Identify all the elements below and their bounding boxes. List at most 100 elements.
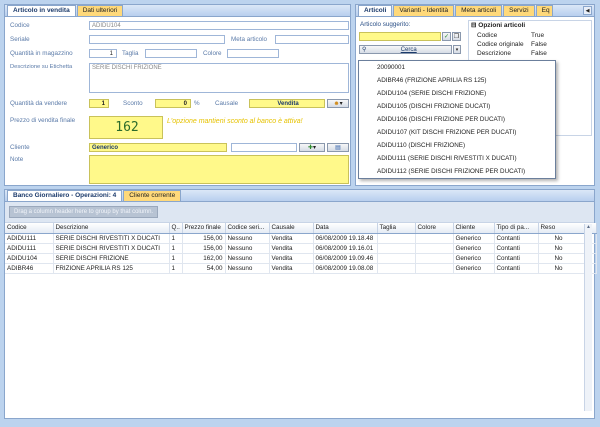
column-header[interactable]: Cliente (453, 223, 495, 234)
descrizione-label: Descrizione su Etichetta (10, 64, 73, 70)
customer-search-button[interactable]: ▤ (327, 143, 349, 152)
option-row[interactable]: Codice originale False (469, 40, 591, 49)
tab-servizi[interactable]: Servizi (503, 5, 535, 16)
cell: ADIDU104 (5, 253, 54, 264)
group-by-area[interactable]: Drag a column header here to group by th… (5, 202, 594, 223)
options-header[interactable]: ⊟ Opzioni articoli (469, 21, 591, 31)
daily-register-panel: Banco Giornaliero - Operazioni: 4 Client… (4, 189, 597, 419)
suggestion-item[interactable]: ADIDU105 (DISCHI FRIZIONE DUCATI) (359, 100, 555, 113)
group-by-hint: Drag a column header here to group by th… (9, 206, 159, 218)
left-tabstrip: Articolo in vendita Dati ulteriori (5, 5, 350, 17)
cell: 06/08/2009 19.09.46 (313, 253, 378, 264)
add-customer-button[interactable]: ✚▾ (299, 143, 325, 152)
note-field[interactable] (89, 155, 349, 184)
cell: Nessuno (225, 233, 270, 244)
suggestion-item[interactable]: ADIDU106 (DISCHI FRIZIONE PER DUCATI) (359, 113, 555, 126)
column-header[interactable]: Causale (269, 223, 314, 234)
tab-eq[interactable]: Eq (535, 5, 553, 16)
taglia-label: Taglia (122, 50, 139, 57)
cell: Nessuno (225, 243, 270, 254)
colore-field[interactable] (227, 49, 279, 58)
vertical-scrollbar[interactable]: ▲ (584, 224, 592, 411)
suggestion-item[interactable]: ADIDU104 (SERIE DISCHI FRIZIONE) (359, 87, 555, 100)
cell: ADIBR46 (5, 263, 54, 274)
tab-scroll-left[interactable]: ◀ (583, 6, 592, 15)
column-header[interactable]: Tipo di pa... (494, 223, 539, 234)
causale-label: Causale (215, 100, 239, 107)
table-row[interactable]: ADIDU111 SERIE DISCHI RIVESTITI X DUCATI 1… (5, 243, 597, 254)
suggestion-item[interactable]: 20090001 (359, 61, 555, 74)
qty-vendere-label: Quantità da vendere (10, 100, 68, 107)
suggestion-item[interactable]: ADIBR46 (FRIZIONE APRILIA RS 125) (359, 74, 555, 87)
check-icon: ✓ (443, 34, 450, 40)
cell: Vendita (269, 243, 314, 254)
cell (377, 233, 416, 244)
column-header[interactable]: Taglia (377, 223, 416, 234)
suggestion-item[interactable]: ADIDU110 (DISCHI FRIZIONE) (359, 139, 555, 152)
sconto-field[interactable]: 0 (155, 99, 191, 108)
table-row[interactable]: ADIBR46 FRIZIONE APRILIA RS 125 1 54,00 Ness… (5, 263, 597, 274)
articolo-suggerito-label: Articolo suggerito: (360, 21, 411, 28)
cell (377, 253, 416, 264)
qty-vendere-field[interactable]: 1 (89, 99, 109, 108)
suggestion-item[interactable]: ADIDU111 (SERIE DISCHI RIVESTITI X DUCAT… (359, 152, 555, 165)
cell: Contanti (494, 263, 539, 274)
table-row[interactable]: ADIDU104 SERIE DISCHI FRIZIONE 1 162,00 Ness… (5, 253, 597, 264)
cell: 06/08/2009 19.16.01 (313, 243, 378, 254)
cell: 54,00 (182, 263, 226, 274)
cell (415, 243, 454, 254)
codice-field[interactable]: ADIDU104 (89, 21, 349, 30)
meta-articolo-field[interactable] (275, 35, 349, 44)
cell: Nessuno (225, 263, 270, 274)
cell: 1 (169, 233, 183, 244)
column-header[interactable]: Colore (415, 223, 454, 234)
prezzo-field[interactable]: 162 (89, 116, 163, 139)
cell: FRIZIONE APRILIA RS 125 (53, 263, 170, 274)
seriale-field[interactable] (89, 35, 225, 44)
cell: Generico (453, 253, 495, 264)
articolo-suggerito-field[interactable] (359, 32, 441, 41)
table-row[interactable]: ADIDU111 SERIE DISCHI RIVESTITI X DUCATI 1… (5, 233, 597, 244)
column-header[interactable]: Data (313, 223, 378, 234)
meta-articolo-label: Meta articolo (231, 36, 268, 43)
tab-varianti[interactable]: Varianti - Identità (393, 5, 455, 16)
tab-banco-giornaliero[interactable]: Banco Giornaliero - Operazioni: 4 (7, 190, 123, 201)
option-name: Codice (477, 32, 498, 39)
scroll-left-icon: ◀ (585, 8, 590, 14)
taglia-field[interactable] (145, 49, 197, 58)
column-header[interactable]: Codice (5, 223, 54, 234)
confirm-button[interactable]: ✓ (442, 32, 451, 41)
cliente-field[interactable]: Generico (89, 143, 227, 152)
descrizione-field[interactable]: SERIE DISCHI FRIZIONE (89, 63, 349, 93)
column-header[interactable]: Codice seri... (225, 223, 270, 234)
cerca-button[interactable]: ⚲ Cerca (359, 45, 452, 54)
tab-articolo-in-vendita[interactable]: Articolo in vendita (7, 5, 76, 16)
cell: SERIE DISCHI RIVESTITI X DUCATI (53, 243, 170, 254)
cerca-dropdown-button[interactable]: ▾ (453, 45, 461, 54)
cliente-label: Cliente (10, 144, 30, 151)
causale-dropdown-button[interactable]: ☻▾ (327, 99, 349, 108)
column-header[interactable]: Prezzo finale (182, 223, 226, 234)
tab-articoli[interactable]: Articoli (358, 5, 393, 16)
column-header[interactable]: Q.. (169, 223, 183, 234)
percent-sign: % (194, 100, 200, 107)
tab-meta-articoli[interactable]: Meta articoli (455, 5, 503, 16)
option-value: False (531, 41, 547, 48)
tab-cliente-corrente[interactable]: Cliente corrente (123, 190, 182, 201)
tab-dati-ulteriori[interactable]: Dati ulteriori (76, 5, 124, 16)
collapse-icon: ⊟ (471, 22, 477, 29)
codice-label: Codice (10, 22, 30, 29)
suggestion-item[interactable]: ADIDU107 (KIT DISCHI FRIZIONE PER DUCATI… (359, 126, 555, 139)
cliente-extra-field[interactable] (231, 143, 297, 152)
causale-field[interactable]: Vendita (249, 99, 325, 108)
scroll-up-icon[interactable]: ▲ (585, 224, 592, 230)
suggestion-item[interactable]: ADIDU112 (SERIE DISCHI FRIZIONE PER DUCA… (359, 165, 555, 178)
option-name: Descrizione (477, 50, 511, 57)
column-header[interactable]: Descrizione (53, 223, 170, 234)
cell (415, 253, 454, 264)
option-row[interactable]: Descrizione False (469, 49, 591, 58)
operations-grid: Codice Descrizione Q.. Prezzo finale Cod… (5, 223, 597, 274)
copy-button[interactable]: ❐ (452, 32, 461, 41)
option-row[interactable]: Codice True (469, 31, 591, 40)
cell: Generico (453, 243, 495, 254)
